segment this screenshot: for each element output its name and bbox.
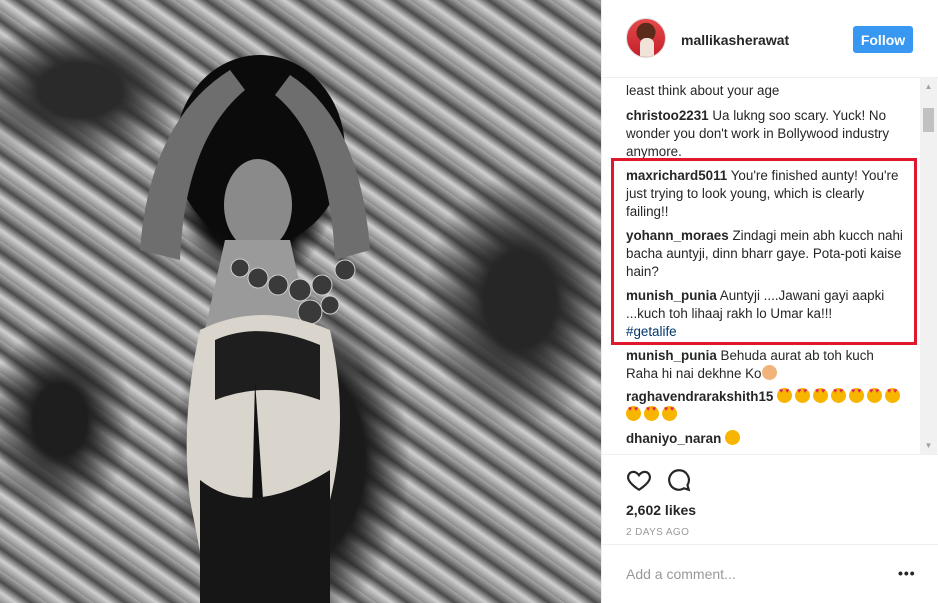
comment-item: dhaniyo_naran bbox=[626, 430, 904, 448]
heart-eyes-emoji-icon bbox=[644, 406, 659, 421]
comment-username[interactable]: raghavendrarakshith15 bbox=[626, 389, 773, 404]
post-photo[interactable] bbox=[0, 0, 601, 603]
comment-username[interactable]: christoo2231 bbox=[626, 108, 709, 123]
comments-scrollbar[interactable]: ▲ ▼ bbox=[920, 78, 937, 454]
post-header: mallikasherawat Follow bbox=[602, 0, 938, 78]
heart-eyes-emoji-icon bbox=[885, 388, 901, 403]
post-sidebar: mallikasherawat Follow least think about… bbox=[601, 0, 938, 603]
heart-eyes-emoji-icon bbox=[813, 388, 829, 403]
heart-outline-icon[interactable] bbox=[626, 467, 652, 493]
add-comment-input[interactable] bbox=[626, 564, 866, 584]
comment-username[interactable]: dhaniyo_naran bbox=[626, 431, 721, 446]
heart-eyes-emoji-icon bbox=[626, 406, 641, 421]
comment-item: munish_punia Behuda aurat ab toh kuch Ra… bbox=[626, 347, 904, 383]
comment-item: christoo2231 Ua lukng soo scary. Yuck! N… bbox=[626, 107, 904, 161]
comment-text: least think about your age bbox=[626, 83, 780, 98]
heart-eyes-emoji-icon bbox=[777, 388, 793, 403]
comment-item: least think about your age bbox=[626, 82, 904, 100]
avatar[interactable] bbox=[626, 18, 666, 58]
username[interactable]: mallikasherawat bbox=[681, 32, 789, 48]
post-timestamp: 2 DAYS AGO bbox=[626, 527, 690, 538]
speech-bubble-icon[interactable] bbox=[666, 467, 692, 493]
post-actions: 2,602 likes 2 DAYS AGO bbox=[602, 454, 938, 550]
scroll-down-arrow-icon[interactable]: ▼ bbox=[920, 437, 937, 454]
heart-eyes-emoji-icon bbox=[795, 388, 811, 403]
scroll-up-arrow-icon[interactable]: ▲ bbox=[920, 78, 937, 95]
heart-eyes-emoji-icon bbox=[831, 388, 847, 403]
add-comment-bar: ••• bbox=[602, 544, 938, 603]
photo-figure bbox=[140, 55, 370, 603]
likes-count[interactable]: 2,602 likes bbox=[626, 502, 696, 518]
scroll-thumb[interactable] bbox=[923, 108, 934, 132]
follow-button[interactable]: Follow bbox=[853, 26, 913, 53]
facepalm-emoji-icon bbox=[761, 365, 777, 380]
highlight-box bbox=[611, 158, 917, 345]
heart-eyes-emoji-icon bbox=[849, 388, 865, 403]
heart-eyes-emoji-icon bbox=[867, 388, 883, 403]
heart-eyes-emoji-icon bbox=[662, 406, 677, 421]
comment-username[interactable]: munish_punia bbox=[626, 348, 717, 363]
kiss-emoji-icon bbox=[724, 430, 740, 445]
more-options-icon[interactable]: ••• bbox=[898, 565, 918, 583]
comment-item: raghavendrarakshith15 bbox=[626, 388, 904, 424]
